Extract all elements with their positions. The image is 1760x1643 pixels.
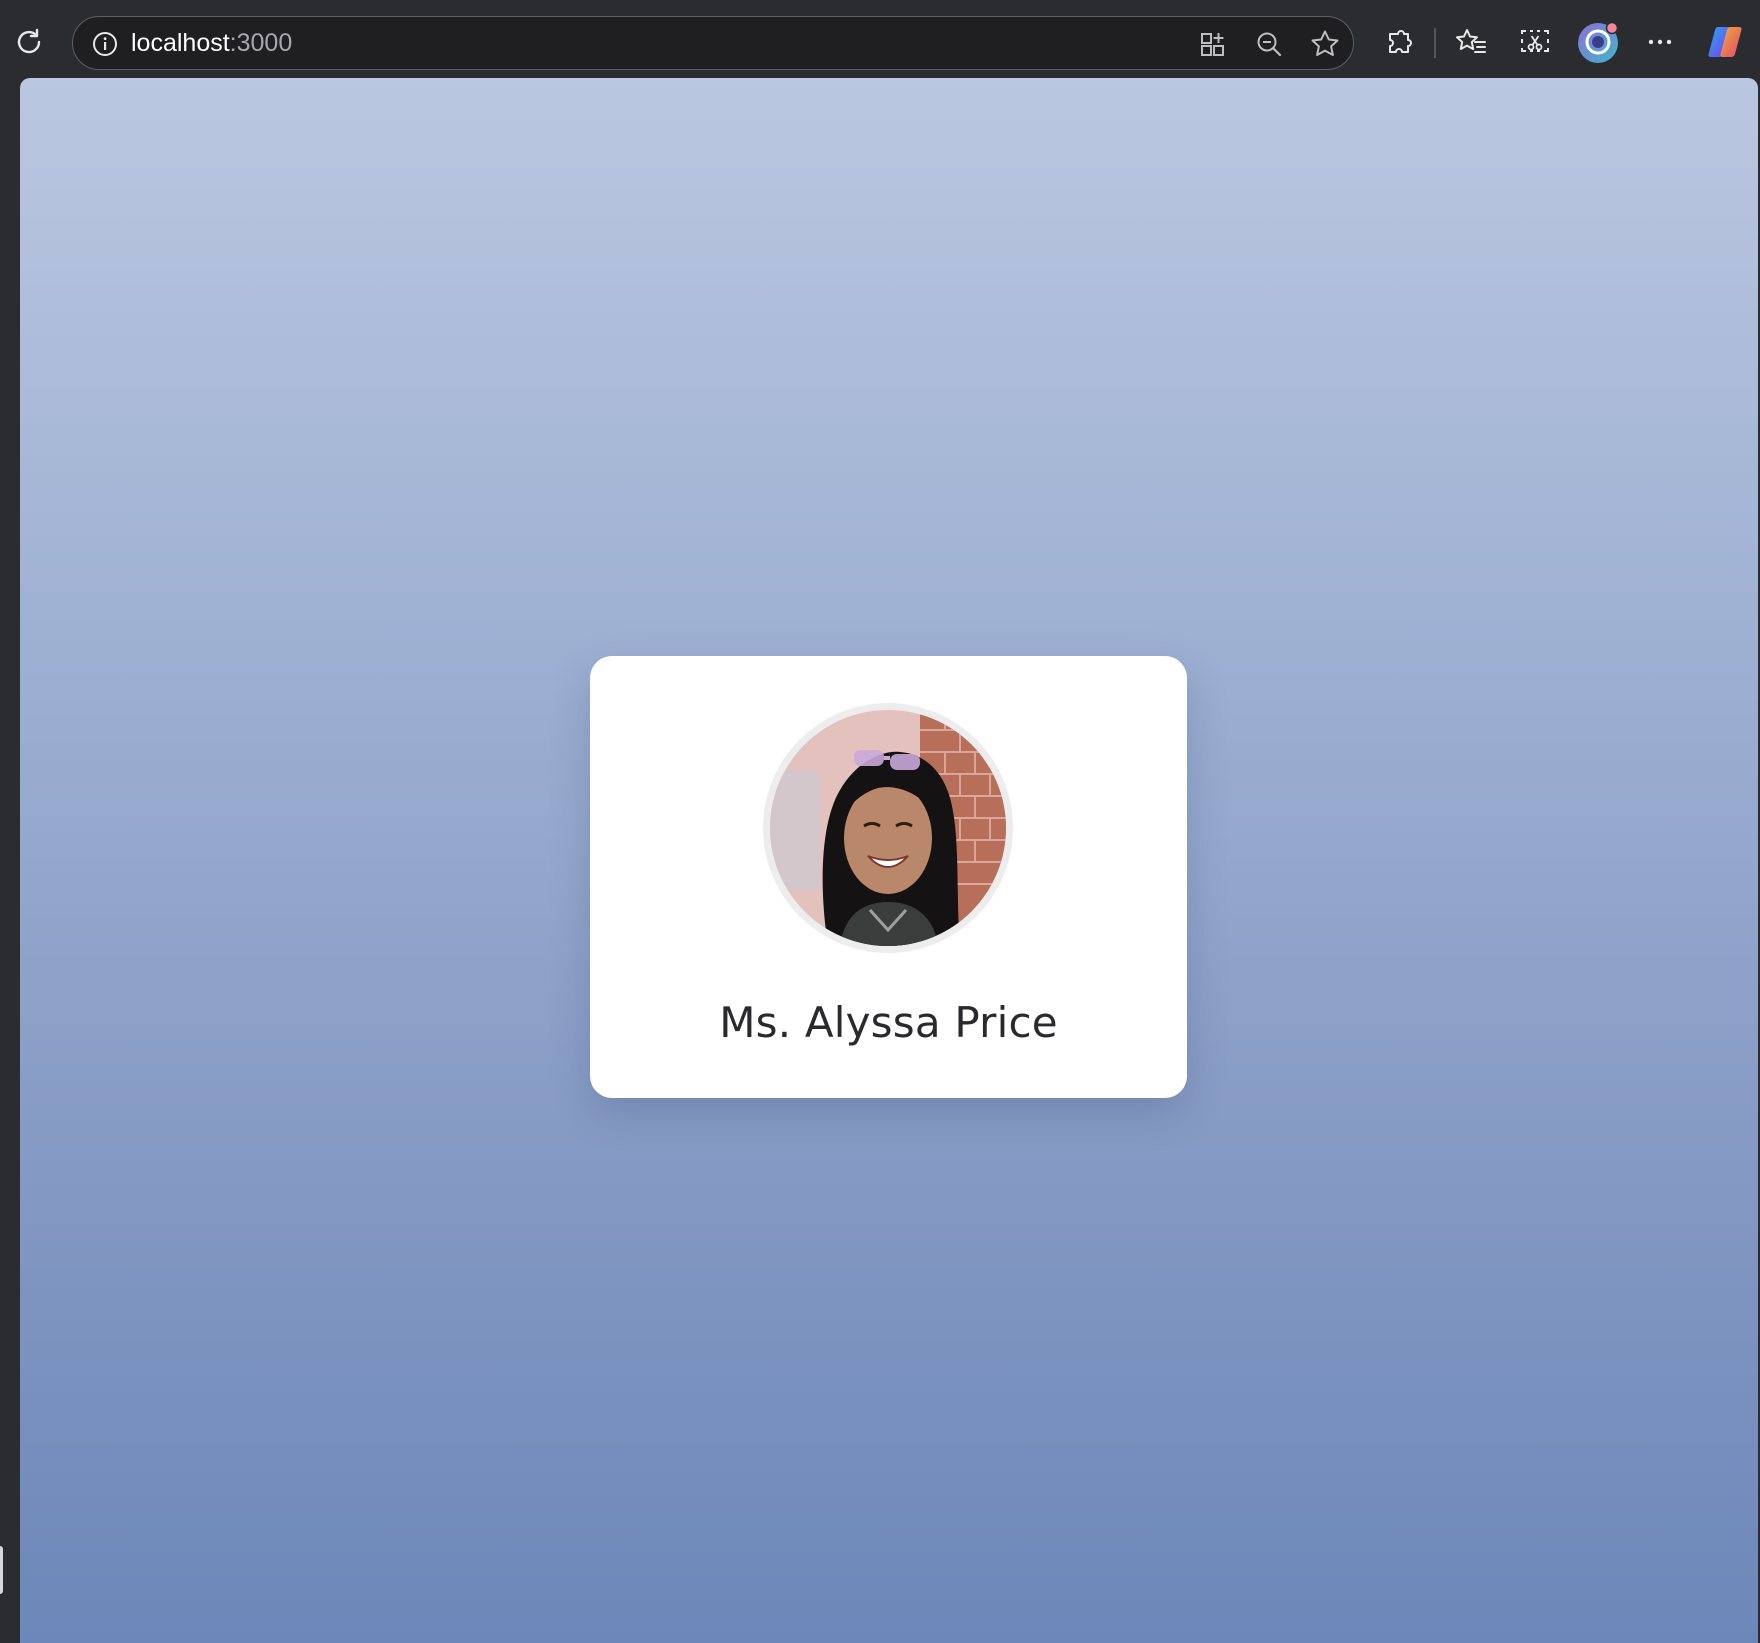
favorites-list-icon[interactable] [1451, 22, 1491, 62]
address-bar[interactable]: localhost:3000 [72, 16, 1354, 70]
app-grid-icon[interactable] [1193, 24, 1233, 64]
profile-name: Ms. Alyssa Price [719, 998, 1058, 1047]
info-icon[interactable] [85, 24, 125, 64]
puzzle-icon[interactable] [1380, 22, 1420, 62]
page-viewport: Ms. Alyssa Price [20, 78, 1758, 1643]
profile-avatar-icon[interactable] [1576, 21, 1620, 65]
zoom-out-icon[interactable] [1249, 24, 1289, 64]
screenshot-icon[interactable] [1515, 22, 1555, 62]
avatar-frame [763, 703, 1013, 953]
reload-icon[interactable] [9, 22, 49, 62]
star-icon[interactable] [1305, 24, 1345, 64]
profile-card: Ms. Alyssa Price [590, 656, 1187, 1098]
browser-window: localhost:3000 Ms. Alyssa Price [0, 0, 1760, 1643]
address-url[interactable]: localhost:3000 [131, 29, 292, 58]
url-host: localhost [131, 29, 230, 57]
more-icon[interactable] [1640, 22, 1680, 62]
edge-sidebar-handle[interactable] [0, 1546, 3, 1594]
browser-toolbar: localhost:3000 [0, 0, 1760, 78]
avatar [770, 710, 1006, 946]
url-port: :3000 [229, 29, 293, 57]
toolbar-divider [1434, 28, 1436, 58]
copilot-icon[interactable] [1703, 20, 1747, 64]
